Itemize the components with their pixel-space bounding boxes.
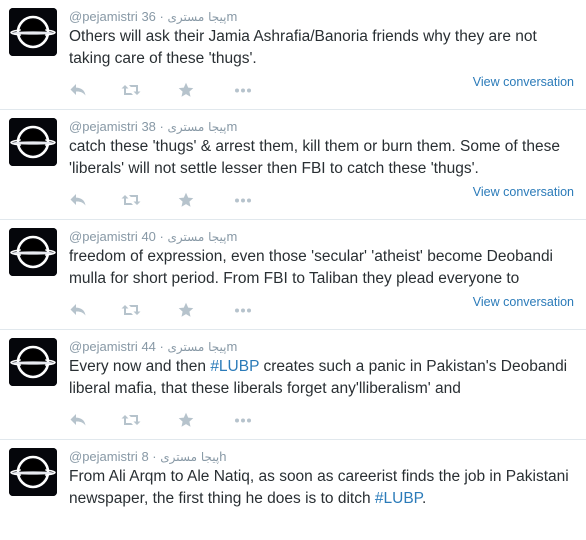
more-icon[interactable]: [233, 302, 253, 318]
tweet-item[interactable]: @pejamistri پیجا مستری · 38m catch these…: [0, 110, 586, 220]
star-icon[interactable]: [178, 82, 198, 98]
user-handle[interactable]: @pejamistri: [69, 339, 138, 354]
tweet-text: Others will ask their Jamia Ashrafia/Ban…: [69, 26, 574, 70]
tweet-header: @pejamistri پیجا مستری · 38m: [69, 119, 237, 134]
header-separator: ·: [155, 119, 164, 134]
reply-icon[interactable]: [69, 302, 89, 318]
reply-icon[interactable]: [69, 82, 89, 98]
tweet-text-part: Others will ask their Jamia Ashrafia/Ban…: [69, 28, 537, 67]
header-separator: ·: [148, 449, 157, 464]
user-handle[interactable]: @pejamistri: [69, 449, 138, 464]
header-separator: ·: [155, 9, 164, 24]
reply-icon[interactable]: [69, 412, 89, 428]
tweet-header: @pejamistri پیجا مستری · 40m: [69, 229, 237, 244]
tweet-text: Every now and then #LUBP creates such a …: [69, 356, 574, 400]
hashtag-link[interactable]: #LUBP: [375, 490, 422, 507]
retweet-icon[interactable]: [121, 302, 141, 318]
tweet-header: @pejamistri پیجا مستری · 8h: [69, 449, 226, 464]
black-hole-avatar-icon: [9, 338, 57, 386]
more-icon[interactable]: [233, 412, 253, 428]
avatar[interactable]: [9, 338, 57, 386]
tweet-text: From Ali Arqm to Ale Natiq, as soon as c…: [69, 466, 574, 510]
tweet-text-part: From Ali Arqm to Ale Natiq, as soon as c…: [69, 468, 569, 507]
user-display-name[interactable]: پیجا مستری: [168, 10, 227, 24]
view-conversation-link[interactable]: View conversation: [473, 295, 574, 309]
user-handle[interactable]: @pejamistri: [69, 229, 138, 244]
avatar[interactable]: [9, 8, 57, 56]
black-hole-avatar-icon: [9, 228, 57, 276]
user-handle[interactable]: @pejamistri: [69, 9, 138, 24]
tweet-header: @pejamistri پیجا مستری · 44m: [69, 339, 237, 354]
tweet-text: freedom of expression, even those 'secul…: [69, 246, 574, 290]
hashtag-link[interactable]: #LUBP: [210, 358, 259, 375]
header-separator: ·: [155, 339, 164, 354]
retweet-icon[interactable]: [121, 412, 141, 428]
user-handle[interactable]: @pejamistri: [69, 119, 138, 134]
star-icon[interactable]: [178, 412, 198, 428]
tweet-item[interactable]: @pejamistri پیجا مستری · 44m Every now a…: [0, 330, 586, 440]
view-conversation-link[interactable]: View conversation: [473, 75, 574, 89]
user-display-name[interactable]: پیجا مستری: [160, 450, 219, 464]
tweet-text-part: .: [422, 490, 427, 507]
more-icon[interactable]: [233, 192, 253, 208]
user-display-name[interactable]: پیجا مستری: [168, 340, 227, 354]
star-icon[interactable]: [178, 192, 198, 208]
user-display-name[interactable]: پیجا مستری: [168, 230, 227, 244]
more-icon[interactable]: [233, 82, 253, 98]
avatar[interactable]: [9, 448, 57, 496]
tweet-text-part: Every now and then: [69, 358, 211, 375]
user-display-name[interactable]: پیجا مستری: [168, 120, 227, 134]
tweet-item[interactable]: @pejamistri پیجا مستری · 36m Others will…: [0, 0, 586, 110]
tweet-feed: @pejamistri پیجا مستری · 36m Others will…: [0, 0, 586, 540]
retweet-icon[interactable]: [121, 82, 141, 98]
black-hole-avatar-icon: [9, 448, 57, 496]
black-hole-avatar-icon: [9, 118, 57, 166]
tweet-text-part: catch these 'thugs' & arrest them, kill …: [69, 138, 560, 177]
view-conversation-link[interactable]: View conversation: [473, 185, 574, 199]
tweet-item[interactable]: @pejamistri پیجا مستری · 40m freedom of …: [0, 220, 586, 330]
star-icon[interactable]: [178, 302, 198, 318]
avatar[interactable]: [9, 228, 57, 276]
tweet-text-part: freedom of expression, even those 'secul…: [69, 248, 554, 287]
header-separator: ·: [155, 229, 164, 244]
tweet-header: @pejamistri پیجا مستری · 36m: [69, 9, 237, 24]
tweet-item[interactable]: @pejamistri پیجا مستری · 8h From Ali Arq…: [0, 440, 586, 540]
avatar[interactable]: [9, 118, 57, 166]
retweet-icon[interactable]: [121, 192, 141, 208]
reply-icon[interactable]: [69, 192, 89, 208]
tweet-text: catch these 'thugs' & arrest them, kill …: [69, 136, 574, 180]
black-hole-avatar-icon: [9, 8, 57, 56]
